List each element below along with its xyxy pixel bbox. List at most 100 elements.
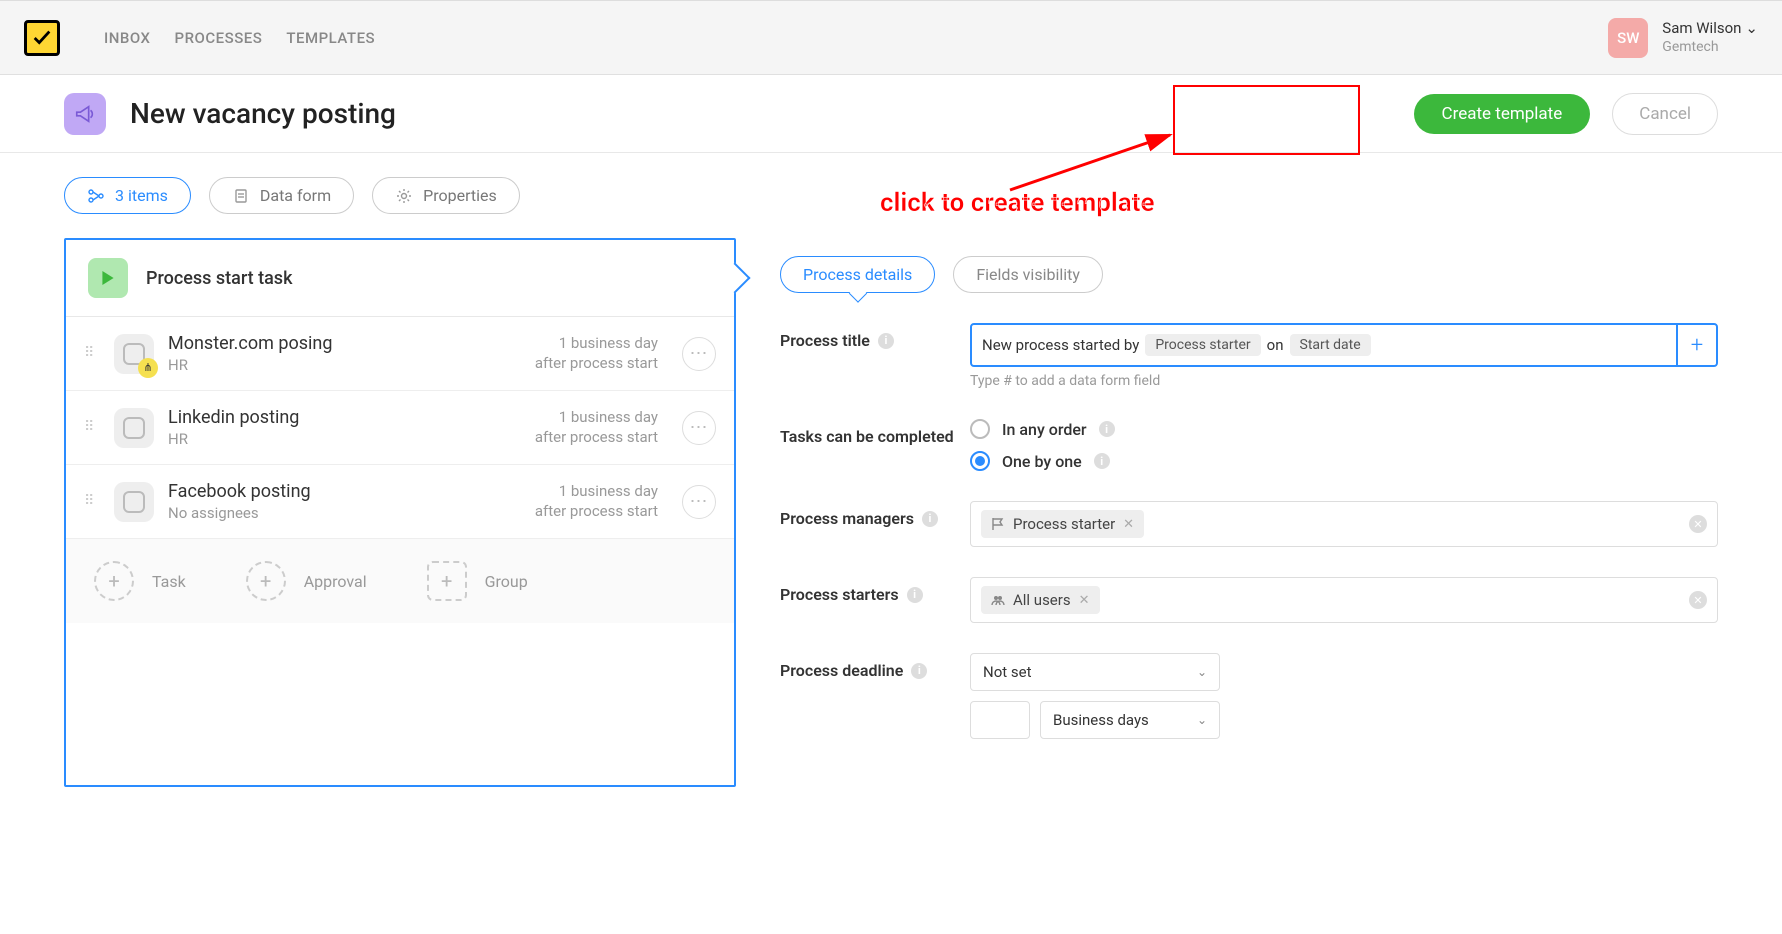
process-title-label: Process title [780,331,870,350]
nav-processes[interactable]: PROCESSES [175,29,263,47]
info-icon[interactable]: i [922,511,938,527]
clear-starters-button[interactable]: ✕ [1689,591,1707,609]
app-logo[interactable] [24,20,60,56]
avatar[interactable]: SW [1608,18,1648,58]
title-text-prefix: New process started by [982,336,1139,354]
starter-tag-label: All users [1013,591,1071,609]
workflow-icon [87,187,105,205]
starters-label: Process starters [780,585,899,604]
gear-icon [395,187,413,205]
user-name-label: Sam Wilson [1662,19,1741,39]
manager-tag-label: Process starter [1013,515,1115,533]
deadline-number-input[interactable] [970,701,1030,739]
task-row[interactable]: ⠿ Linkedin posting HR 1 business dayafter… [66,391,734,465]
task-due: 1 business dayafter process start [535,334,658,373]
clear-managers-button[interactable]: ✕ [1689,515,1707,533]
flag-icon [991,517,1005,531]
managers-label: Process managers [780,509,914,528]
chevron-down-icon: ⌄ [1197,665,1207,679]
starters-input[interactable]: All users ✕ ✕ [970,577,1718,623]
process-title-input[interactable]: New process started by Process starter o… [970,323,1718,367]
check-icon [31,27,53,49]
chevron-down-icon: ⌄ [1745,19,1758,39]
radio-one-by-one[interactable]: One by one i [970,451,1718,471]
megaphone-icon [74,103,96,125]
page-title: New vacancy posting [130,97,396,130]
chevron-down-icon: ⌄ [1197,713,1207,727]
task-title: Linkedin posting [168,407,521,428]
nav-templates[interactable]: TEMPLATES [286,29,375,47]
info-icon[interactable]: i [878,333,894,349]
topbar: INBOX PROCESSES TEMPLATES SW Sam Wilson⌄… [0,0,1782,75]
radio-any-order[interactable]: In any order i [970,419,1718,439]
task-more-button[interactable]: ⋯ [682,337,716,371]
template-icon [64,93,106,135]
drag-handle-icon[interactable]: ⠿ [84,497,100,507]
task-title: Monster.com posing [168,333,521,354]
cancel-button[interactable]: Cancel [1612,93,1718,135]
deadline-select[interactable]: Not set ⌄ [970,653,1220,691]
manager-tag[interactable]: Process starter ✕ [981,510,1144,538]
title-text-mid: on [1267,336,1284,354]
deadline-select-value: Not set [983,663,1032,681]
tab-dataform[interactable]: Data form [209,177,354,214]
task-assignee: HR [168,356,521,374]
tab-properties-label: Properties [423,186,497,205]
deadline-unit-value: Business days [1053,711,1149,729]
task-checkbox[interactable] [114,408,154,448]
add-row: +Task +Approval +Group [66,539,734,623]
titlebar: New vacancy posting Create template Canc… [0,75,1782,153]
user-menu[interactable]: Sam Wilson⌄ Gemtech [1662,19,1758,57]
play-icon [88,258,128,298]
tab-items-label: 3 items [115,186,168,205]
task-checkbox[interactable]: ⋔ [114,334,154,374]
info-icon[interactable]: i [1094,453,1110,469]
tab-items[interactable]: 3 items [64,177,191,214]
clipboard-icon [232,187,250,205]
tab-dataform-label: Data form [260,186,331,205]
start-task-row[interactable]: Process start task [66,240,734,317]
add-approval-button[interactable]: +Approval [246,561,367,601]
add-group-label: Group [485,572,528,591]
info-icon[interactable]: i [1099,421,1115,437]
task-list: Process start task ⠿ ⋔ Monster.com posin… [64,238,736,787]
radio-icon [970,419,990,439]
remove-tag-icon[interactable]: ✕ [1123,517,1134,532]
create-template-button[interactable]: Create template [1414,94,1591,134]
task-due: 1 business dayafter process start [535,408,658,447]
task-title: Facebook posting [168,481,521,502]
task-row[interactable]: ⠿ Facebook postingNo assignees 1 busines… [66,465,734,539]
add-variable-button[interactable]: + [1676,325,1716,365]
task-row[interactable]: ⠿ ⋔ Monster.com posing HR 1 business daya… [66,317,734,391]
task-assignee: HR [168,430,521,448]
title-variable-date[interactable]: Start date [1290,334,1371,356]
drag-handle-icon[interactable]: ⠿ [84,423,100,433]
share-icon: ⋔ [138,358,158,378]
add-approval-label: Approval [304,572,367,591]
task-more-button[interactable]: ⋯ [682,485,716,519]
title-hint: Type # to add a data form field [970,373,1718,389]
task-checkbox[interactable] [114,482,154,522]
nav-inbox[interactable]: INBOX [104,29,151,47]
drag-handle-icon[interactable]: ⠿ [84,349,100,359]
remove-tag-icon[interactable]: ✕ [1079,593,1090,608]
radio-icon [970,451,990,471]
info-icon[interactable]: i [907,587,923,603]
tab-properties[interactable]: Properties [372,177,520,214]
task-more-button[interactable]: ⋯ [682,411,716,445]
starter-tag[interactable]: All users ✕ [981,586,1100,614]
info-icon[interactable]: i [911,663,927,679]
tab-process-details[interactable]: Process details [780,256,935,293]
radio-one-label: One by one [1002,452,1082,471]
add-group-button[interactable]: +Group [427,561,528,601]
managers-input[interactable]: Process starter ✕ ✕ [970,501,1718,547]
deadline-label: Process deadline [780,661,903,680]
deadline-unit-select[interactable]: Business days ⌄ [1040,701,1220,739]
task-assignee: No assignees [168,504,521,522]
add-task-button[interactable]: +Task [94,561,186,601]
title-variable-starter[interactable]: Process starter [1145,334,1260,356]
tab-fields-visibility[interactable]: Fields visibility [953,256,1103,293]
start-task-label: Process start task [146,268,292,289]
radio-any-label: In any order [1002,420,1087,439]
details-panel: Process details Fields visibility Proces… [736,238,1718,787]
